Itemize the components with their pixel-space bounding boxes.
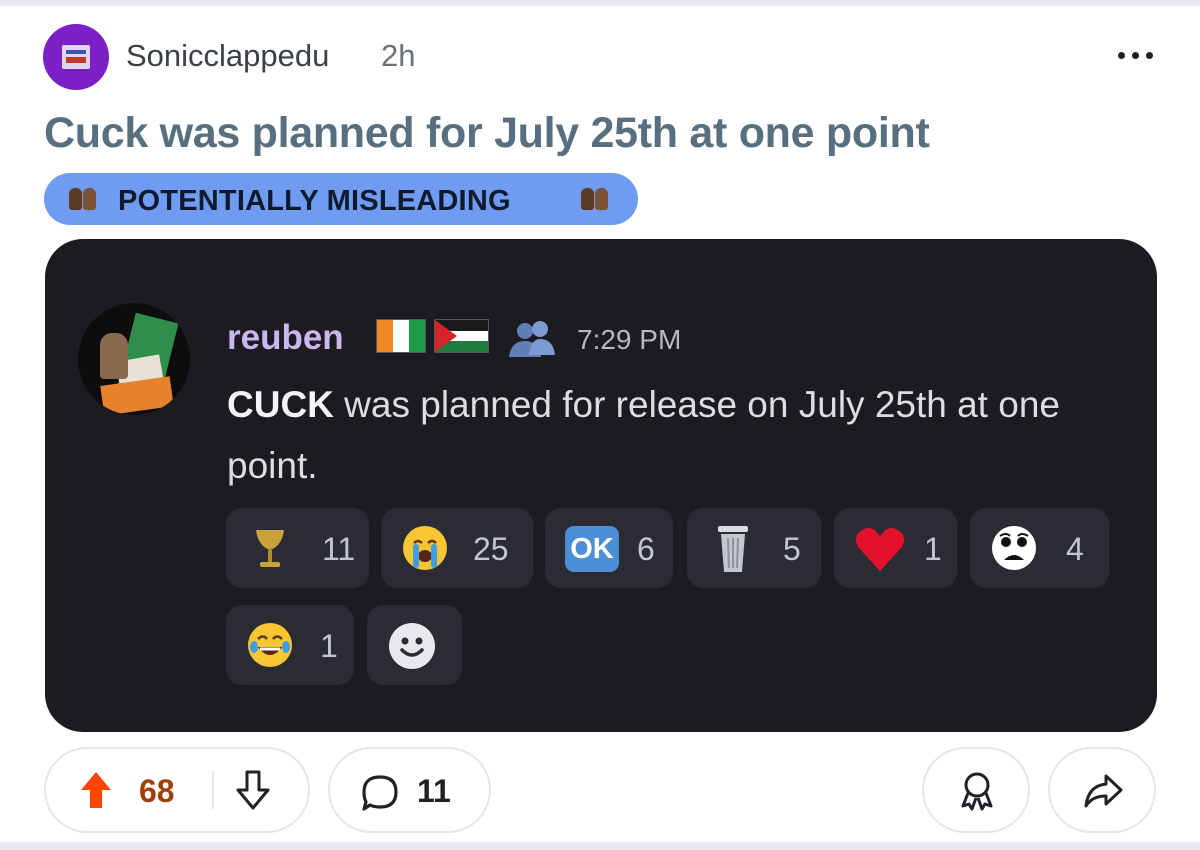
message-body-text: was planned for release on July 25th at …: [227, 384, 1060, 486]
reaction-heart[interactable]: 1: [834, 508, 957, 588]
flair-faces-icon: [69, 186, 97, 212]
add-reaction-button[interactable]: [367, 605, 462, 685]
top-separator: [0, 0, 1200, 6]
reaction-tears-of-joy[interactable]: 1: [226, 605, 354, 685]
reaction-count: 4: [1066, 531, 1084, 567]
reaction-count: 1: [320, 628, 338, 664]
post-author[interactable]: Sonicclappedu: [126, 38, 329, 74]
comment-bubble-icon: [362, 775, 398, 811]
add-reaction-icon: [389, 623, 435, 669]
share-arrow-icon: [1084, 774, 1123, 808]
community-avatar[interactable]: [43, 24, 109, 90]
message-author: reuben: [227, 318, 344, 357]
goblet-icon: [256, 530, 284, 567]
wastebasket-icon: [718, 526, 748, 572]
downvote-arrow-icon[interactable]: [236, 770, 270, 810]
post-title[interactable]: Cuck was planned for July 25th at one po…: [44, 109, 930, 158]
message-body-bold: CUCK: [227, 384, 334, 425]
post-age: 2h: [381, 38, 416, 73]
reaction-count: 5: [783, 531, 801, 567]
message-body: CUCK was planned for release on July 25t…: [227, 374, 1127, 496]
reaction-sad-face[interactable]: 4: [970, 508, 1109, 588]
post-image[interactable]: reuben 7:29 PM CUCK was planned for rele…: [45, 239, 1157, 732]
post-flair[interactable]: POTENTIALLY MISLEADING: [44, 173, 638, 225]
award-button[interactable]: [922, 747, 1030, 833]
loudly-crying-face-icon: [403, 526, 447, 570]
people-icon: [509, 321, 555, 357]
reaction-wastebasket[interactable]: 5: [687, 508, 821, 588]
avatar-image: [62, 45, 90, 69]
upvote-count: 68: [139, 773, 175, 809]
red-heart-icon: [856, 528, 904, 571]
reaction-count: 6: [637, 531, 655, 567]
upvote-arrow-icon[interactable]: [79, 770, 113, 810]
award-icon: [961, 772, 993, 811]
message-author-avatar: [78, 303, 190, 415]
reaction-ok[interactable]: OK 6: [545, 508, 673, 588]
reaction-count: 1: [924, 531, 942, 567]
flair-text: POTENTIALLY MISLEADING: [118, 185, 511, 217]
ok-button-icon: OK: [565, 526, 619, 572]
reaction-loudly-crying[interactable]: 25: [381, 508, 533, 588]
bottom-separator: [0, 842, 1200, 850]
reaction-count: 11: [322, 531, 356, 567]
reaction-goblet[interactable]: 11: [226, 508, 369, 588]
message-time: 7:29 PM: [577, 324, 682, 355]
vote-divider: [212, 771, 214, 809]
sad-face-icon: [992, 526, 1036, 570]
flair-faces-icon: [581, 186, 609, 212]
comments-button[interactable]: 11: [328, 747, 491, 833]
palestine-flag-icon: [434, 319, 489, 353]
tears-of-joy-icon: [248, 623, 292, 667]
more-options-button[interactable]: [1110, 34, 1164, 74]
more-horizontal-icon: [1118, 52, 1125, 59]
comment-count: 11: [417, 773, 451, 809]
share-button[interactable]: [1048, 747, 1156, 833]
cote-divoire-flag-icon: [376, 319, 426, 353]
reaction-count: 25: [473, 531, 509, 567]
vote-bar: 68: [44, 747, 310, 833]
